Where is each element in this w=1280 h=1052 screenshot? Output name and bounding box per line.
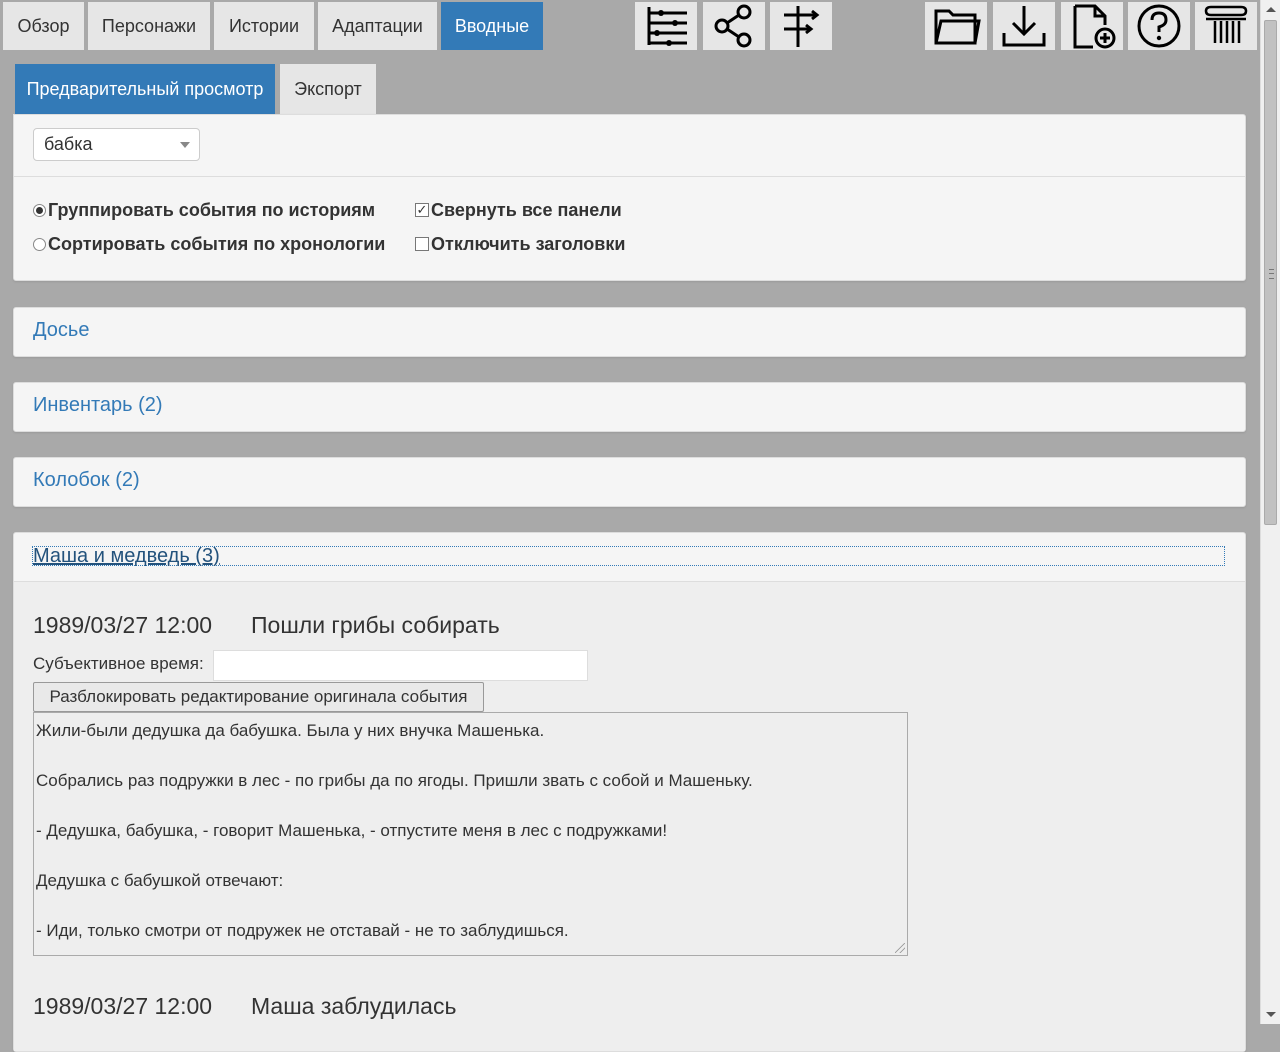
event-title: Пошли грибы собирать (251, 612, 500, 638)
collapse-all-option[interactable]: ✓ Свернуть все панели (415, 198, 622, 222)
open-button[interactable] (925, 2, 987, 50)
help-icon (1137, 4, 1181, 48)
network-button[interactable] (703, 2, 765, 50)
about-button[interactable] (1195, 2, 1257, 50)
new-file-icon (1073, 4, 1116, 49)
group-by-story-label: Группировать события по историям (48, 199, 376, 220)
subjective-time-label: Субъективное время: (33, 654, 204, 673)
sort-chronology-option[interactable]: Сортировать события по хронологии (33, 232, 385, 256)
event-date: 1989/03/27 12:00 (33, 612, 213, 638)
disable-headers-checkbox[interactable] (415, 237, 429, 251)
subtab-preview[interactable]: Предварительный просмотр (15, 64, 275, 114)
tab-stories[interactable]: Истории (214, 2, 314, 50)
panel-dossier-title[interactable]: Досье (33, 319, 89, 342)
group-by-story-option[interactable]: Группировать события по историям (33, 198, 375, 222)
tab-briefings[interactable]: Вводные (441, 2, 543, 50)
panel-inventory-title[interactable]: Инвентарь (2) (33, 394, 163, 417)
download-button[interactable] (993, 2, 1055, 50)
event-title: Маша заблудилась (251, 993, 457, 1019)
collapse-all-label: Свернуть все панели (431, 199, 622, 220)
signpost-button[interactable] (770, 2, 832, 50)
scroll-down-icon[interactable] (1266, 1012, 1276, 1017)
grip-icon (1269, 269, 1274, 279)
signpost-icon (784, 6, 820, 47)
tab-overview[interactable]: Обзор (3, 2, 84, 50)
event-text-area[interactable]: Жили-были дедушка да бабушка. Была у них… (33, 712, 908, 956)
resize-grip-icon[interactable] (895, 943, 905, 953)
chevron-down-icon (180, 142, 190, 148)
vertical-scrollbar[interactable] (1260, 0, 1280, 1024)
panel-inventory: Инвентарь (2) (13, 382, 1246, 432)
download-icon (1002, 6, 1046, 47)
event-text-paragraph: Дедушка с бабушкой отвечают: (36, 871, 284, 890)
character-select-value: бабка (44, 134, 93, 154)
scrollbar-thumb[interactable] (1264, 20, 1277, 525)
group-by-story-radio[interactable] (33, 203, 46, 217)
panel-dossier: Досье (13, 307, 1246, 357)
panel-masha-header: Маша и медведь (3) (14, 533, 1245, 582)
tab-adaptations[interactable]: Адаптации (318, 2, 437, 50)
panel-kolobok: Колобок (2) (13, 457, 1246, 507)
new-file-button[interactable] (1061, 2, 1123, 50)
timeline-icon (647, 7, 687, 46)
timeline-button[interactable] (635, 2, 697, 50)
disable-headers-label: Отключить заголовки (431, 233, 626, 254)
sort-chronology-radio[interactable] (33, 237, 46, 251)
sort-chronology-label: Сортировать события по хронологии (48, 233, 386, 254)
event-text-paragraph: - Иди, только смотри от подружек не отст… (36, 921, 569, 940)
divider (14, 176, 1245, 177)
subjective-time-input[interactable] (213, 650, 588, 681)
panel-kolobok-title[interactable]: Колобок (2) (33, 469, 140, 492)
unlock-edit-button[interactable]: Разблокировать редактирование оригинала … (33, 682, 484, 712)
open-folder-icon (934, 9, 981, 45)
scroll-up-icon[interactable] (1266, 7, 1276, 12)
collapse-all-checkbox[interactable]: ✓ (415, 203, 429, 217)
subtab-export[interactable]: Экспорт (280, 64, 376, 114)
character-select[interactable]: бабка (33, 128, 200, 161)
column-icon (1204, 5, 1248, 43)
event-text-paragraph: Собрались раз подружки в лес - по грибы … (36, 771, 753, 790)
disable-headers-option[interactable]: Отключить заголовки (415, 232, 625, 256)
help-button[interactable] (1128, 2, 1190, 50)
event-text-paragraph: - Дедушка, бабушка, - говорит Машенька, … (36, 821, 668, 840)
network-icon (714, 4, 752, 48)
tab-characters[interactable]: Персонажи (88, 2, 210, 50)
top-navigation: Обзор Персонажи Истории Адаптации Вводны… (0, 0, 1258, 52)
panel-masha: Маша и медведь (3) 1989/03/27 12:00 Пошл… (13, 532, 1246, 1052)
event-date: 1989/03/27 12:00 (33, 993, 213, 1019)
event-text-paragraph: Жили-были дедушка да бабушка. Была у них… (36, 721, 545, 740)
settings-panel: бабка Группировать события по историям С… (13, 114, 1246, 281)
panel-masha-title[interactable]: Маша и медведь (3) (33, 545, 220, 568)
